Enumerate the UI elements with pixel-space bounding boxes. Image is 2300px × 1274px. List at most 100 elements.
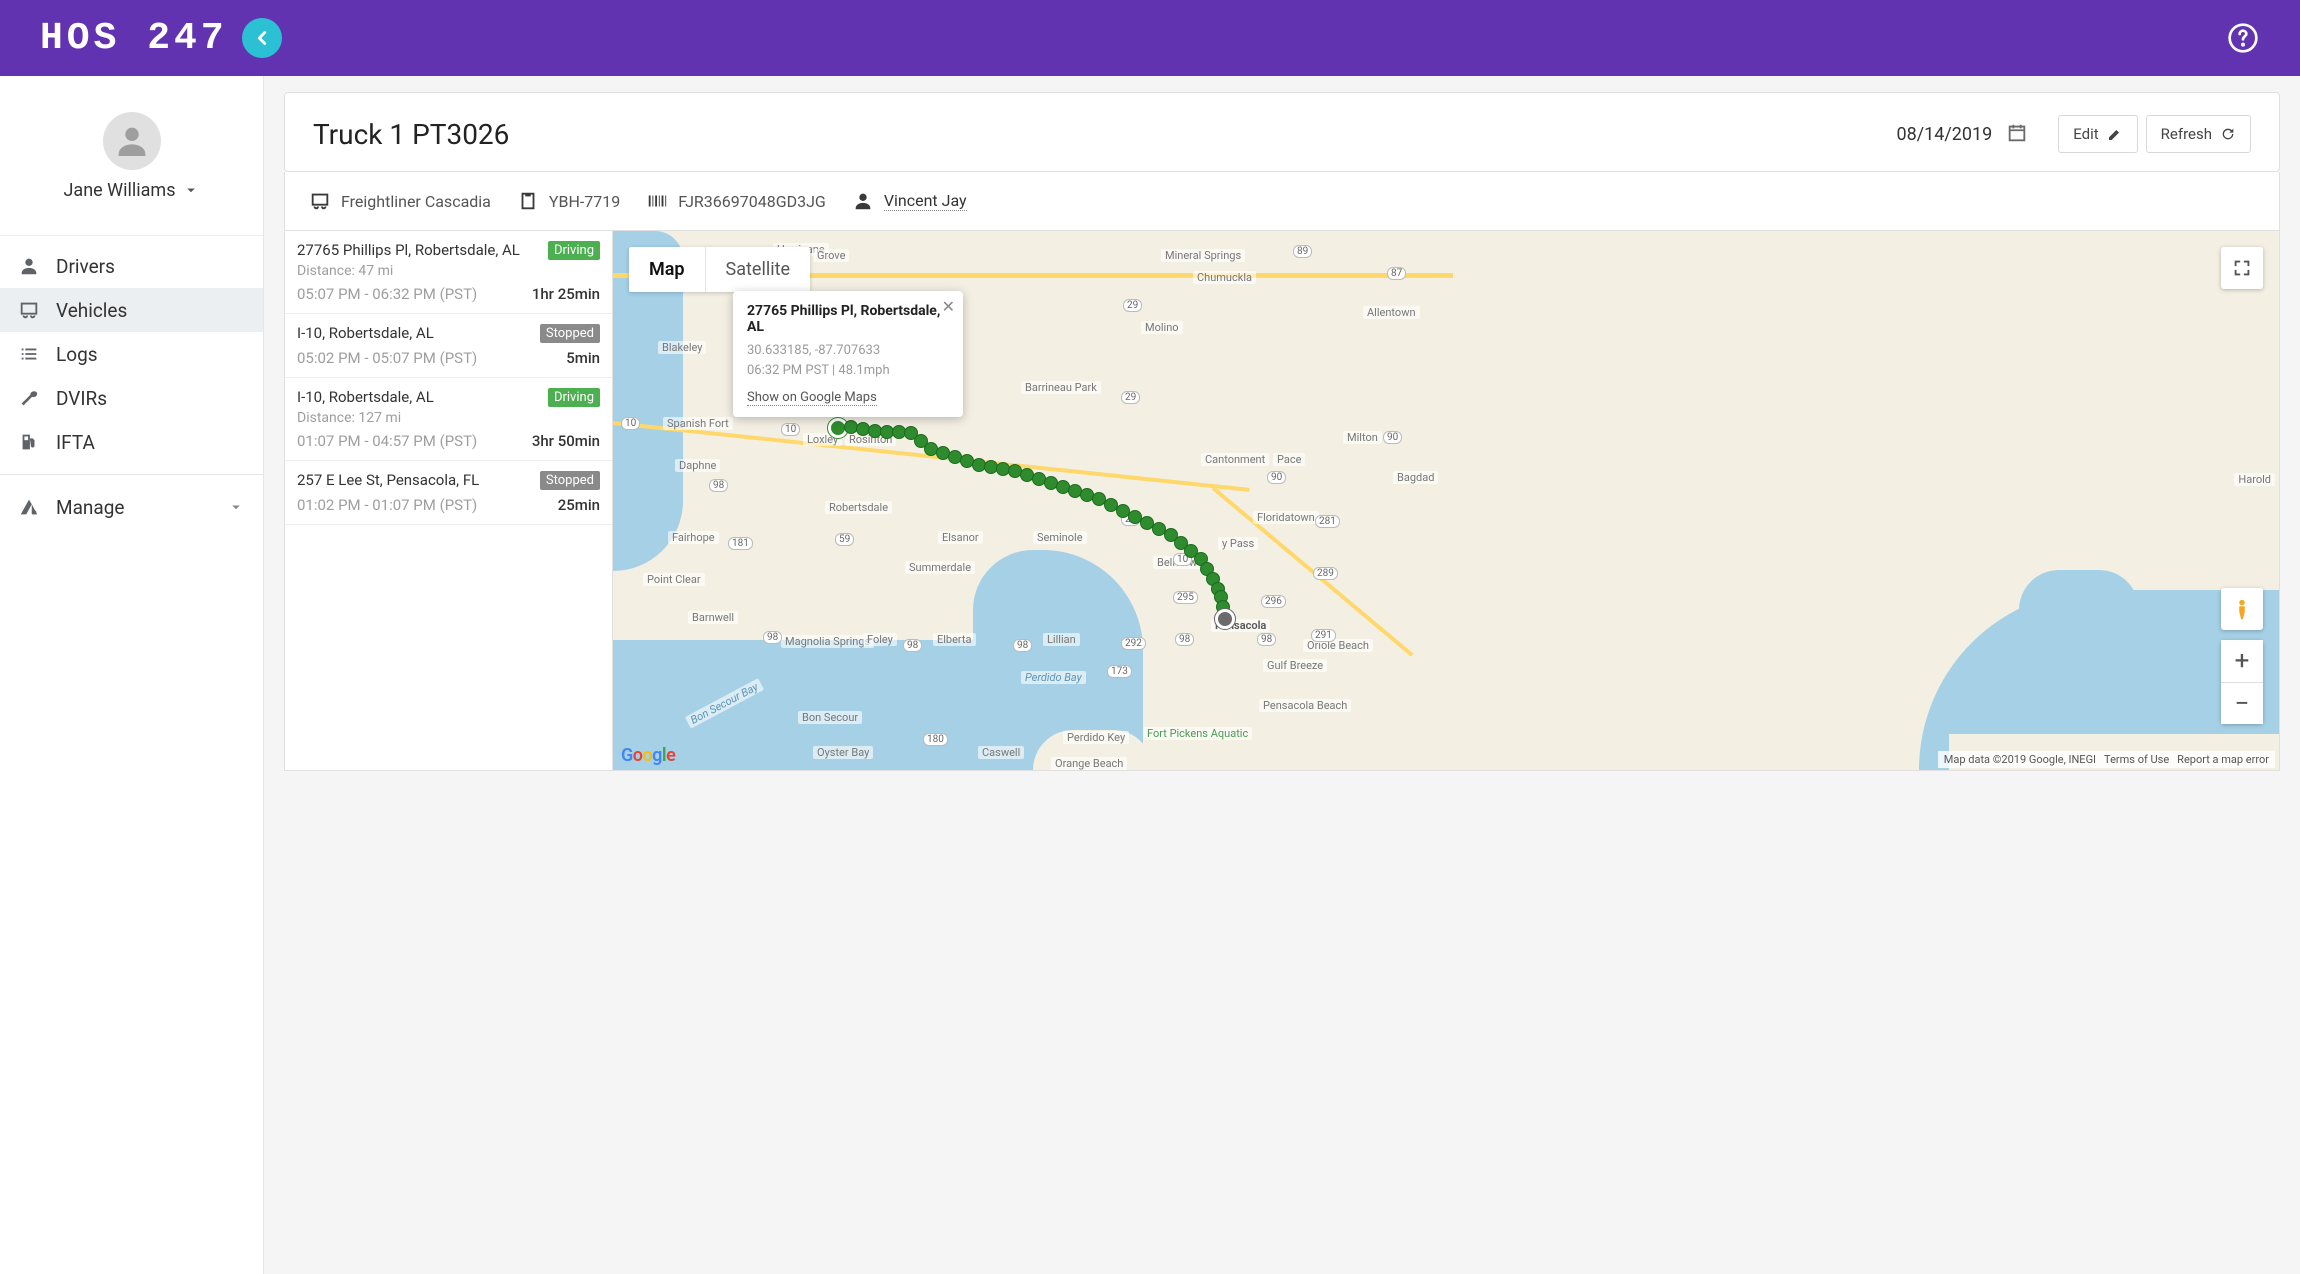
fullscreen-button[interactable] xyxy=(2221,247,2263,289)
button-label: Refresh xyxy=(2161,125,2212,143)
button-label: Edit xyxy=(2073,125,2098,143)
trip-item[interactable]: 27765 Phillips Pl, Robertsdale, AL Dista… xyxy=(285,231,612,314)
status-badge: Driving xyxy=(548,241,600,260)
zoom-controls: + − xyxy=(2221,640,2263,724)
trip-list: 27765 Phillips Pl, Robertsdale, AL Dista… xyxy=(285,231,613,770)
calendar-icon xyxy=(2006,122,2028,144)
refresh-button[interactable]: Refresh xyxy=(2146,115,2251,153)
status-badge: Stopped xyxy=(540,471,600,490)
fullscreen-icon xyxy=(2231,257,2253,279)
pencil-icon xyxy=(2107,126,2123,142)
info-time-speed: 06:32 PM PST | 48.1mph xyxy=(747,361,949,381)
map-tab-satellite[interactable]: Satellite xyxy=(705,247,810,292)
zoom-in-button[interactable]: + xyxy=(2221,640,2263,682)
trip-duration: 1hr 25min xyxy=(532,285,600,303)
vehicle-vin: FJR36697048GD3JG xyxy=(646,190,826,212)
trip-time-range: 01:07 PM - 04:57 PM (PST) xyxy=(297,432,477,450)
sidebar-item-label: Logs xyxy=(56,343,98,366)
trip-address: I-10, Robertsdale, AL xyxy=(297,324,434,342)
user-icon xyxy=(112,121,152,161)
content: Truck 1 PT3026 08/14/2019 Edit Refresh xyxy=(264,76,2300,1274)
trip-duration: 5min xyxy=(566,349,600,367)
bus-icon xyxy=(309,190,331,212)
user-icon xyxy=(852,190,874,212)
trip-duration: 25min xyxy=(558,496,600,514)
sidebar-item-drivers[interactable]: Drivers xyxy=(0,244,263,288)
sidebar-item-label: Drivers xyxy=(56,255,115,278)
map[interactable]: Hurricane Grove Blakeley Spanish Fort Lo… xyxy=(613,231,2279,770)
vehicle-driver: Vincent Jay xyxy=(852,190,967,212)
vehicle-meta-row: Freightliner Cascadia YBH-7719 FJR366970… xyxy=(284,172,2280,231)
trip-time-range: 05:02 PM - 05:07 PM (PST) xyxy=(297,349,477,367)
trip-address: I-10, Robertsdale, AL xyxy=(297,388,434,406)
map-terms-link[interactable]: Terms of Use xyxy=(2104,753,2169,766)
sidebar-item-label: Manage xyxy=(56,496,125,519)
page-title: Truck 1 PT3026 xyxy=(313,118,1896,151)
date-picker-button[interactable] xyxy=(2006,122,2030,146)
help-icon xyxy=(2227,22,2259,54)
trip-address: 27765 Phillips Pl, Robertsdale, AL xyxy=(297,241,520,259)
chevron-down-icon xyxy=(227,498,245,516)
back-button[interactable] xyxy=(242,18,282,58)
chevron-left-icon xyxy=(251,27,273,49)
chevron-down-icon xyxy=(182,181,200,199)
status-badge: Stopped xyxy=(540,324,600,343)
sidebar: Jane Williams Drivers Vehicles Logs xyxy=(0,76,264,1274)
zoom-out-button[interactable]: − xyxy=(2221,682,2263,724)
trip-item[interactable]: I-10, Robertsdale, AL Stopped 05:02 PM -… xyxy=(285,314,612,378)
sidebar-item-ifta[interactable]: IFTA xyxy=(0,420,263,464)
pegman-button[interactable] xyxy=(2221,588,2263,630)
help-button[interactable] xyxy=(2226,21,2260,55)
sidebar-item-logs[interactable]: Logs xyxy=(0,332,263,376)
sidebar-item-dvirs[interactable]: DVIRs xyxy=(0,376,263,420)
google-logo: Google xyxy=(621,745,675,766)
trip-item[interactable]: I-10, Robertsdale, AL Distance: 127 mi D… xyxy=(285,378,612,461)
trip-address: 257 E Lee St, Pensacola, FL xyxy=(297,471,479,489)
sidebar-item-label: IFTA xyxy=(56,431,95,454)
profile-block: Jane Williams xyxy=(0,76,263,236)
map-attrib: Map data ©2019 Google, INEGI xyxy=(1944,753,2096,766)
info-title: 27765 Phillips Pl, Robertsdale, AL xyxy=(747,303,949,335)
date-label: 08/14/2019 xyxy=(1896,124,1992,145)
sidebar-item-label: DVIRs xyxy=(56,387,107,410)
app-logo: HOS 247 xyxy=(40,17,228,60)
nav: Drivers Vehicles Logs DVIRs IFTA xyxy=(0,236,263,529)
username-label: Jane Williams xyxy=(63,180,175,201)
user-icon xyxy=(18,255,40,277)
map-tab-map[interactable]: Map xyxy=(629,247,705,292)
trip-time-range: 01:02 PM - 01:07 PM (PST) xyxy=(297,496,477,514)
wrench-icon xyxy=(18,387,40,409)
sidebar-item-manage[interactable]: Manage xyxy=(0,485,263,529)
trip-distance: Distance: 127 mi xyxy=(297,410,434,426)
status-badge: Driving xyxy=(548,388,600,407)
clipboard-icon xyxy=(517,190,539,212)
pegman-icon xyxy=(2231,596,2253,622)
close-button[interactable]: ✕ xyxy=(942,297,955,316)
map-type-tabs: Map Satellite xyxy=(629,247,810,292)
sidebar-item-label: Vehicles xyxy=(56,299,127,322)
trip-time-range: 05:07 PM - 06:32 PM (PST) xyxy=(297,285,477,303)
fuel-icon xyxy=(18,431,40,453)
trip-item[interactable]: 257 E Lee St, Pensacola, FL Stopped 01:0… xyxy=(285,461,612,525)
map-footer: Map data ©2019 Google, INEGI Terms of Us… xyxy=(1938,751,2275,768)
avatar xyxy=(103,112,161,170)
username-dropdown[interactable]: Jane Williams xyxy=(63,180,199,201)
trip-distance: Distance: 47 mi xyxy=(297,263,520,279)
sidebar-item-vehicles[interactable]: Vehicles xyxy=(0,288,263,332)
map-report-link[interactable]: Report a map error xyxy=(2177,753,2269,766)
list-icon xyxy=(18,343,40,365)
manage-icon xyxy=(18,496,40,518)
topbar: HOS 247 xyxy=(0,0,2300,76)
bus-icon xyxy=(18,299,40,321)
show-on-maps-link[interactable]: Show on Google Maps xyxy=(747,390,877,406)
driver-link[interactable]: Vincent Jay xyxy=(884,191,967,211)
map-info-window: ✕ 27765 Phillips Pl, Robertsdale, AL 30.… xyxy=(733,291,963,417)
refresh-icon xyxy=(2220,126,2236,142)
page-header: Truck 1 PT3026 08/14/2019 Edit Refresh xyxy=(285,93,2279,171)
vehicle-plate: YBH-7719 xyxy=(517,190,620,212)
trip-duration: 3hr 50min xyxy=(532,432,600,450)
vehicle-model: Freightliner Cascadia xyxy=(309,190,491,212)
info-coords: 30.633185, -87.707633 xyxy=(747,341,949,361)
edit-button[interactable]: Edit xyxy=(2058,115,2137,153)
barcode-icon xyxy=(646,190,668,212)
